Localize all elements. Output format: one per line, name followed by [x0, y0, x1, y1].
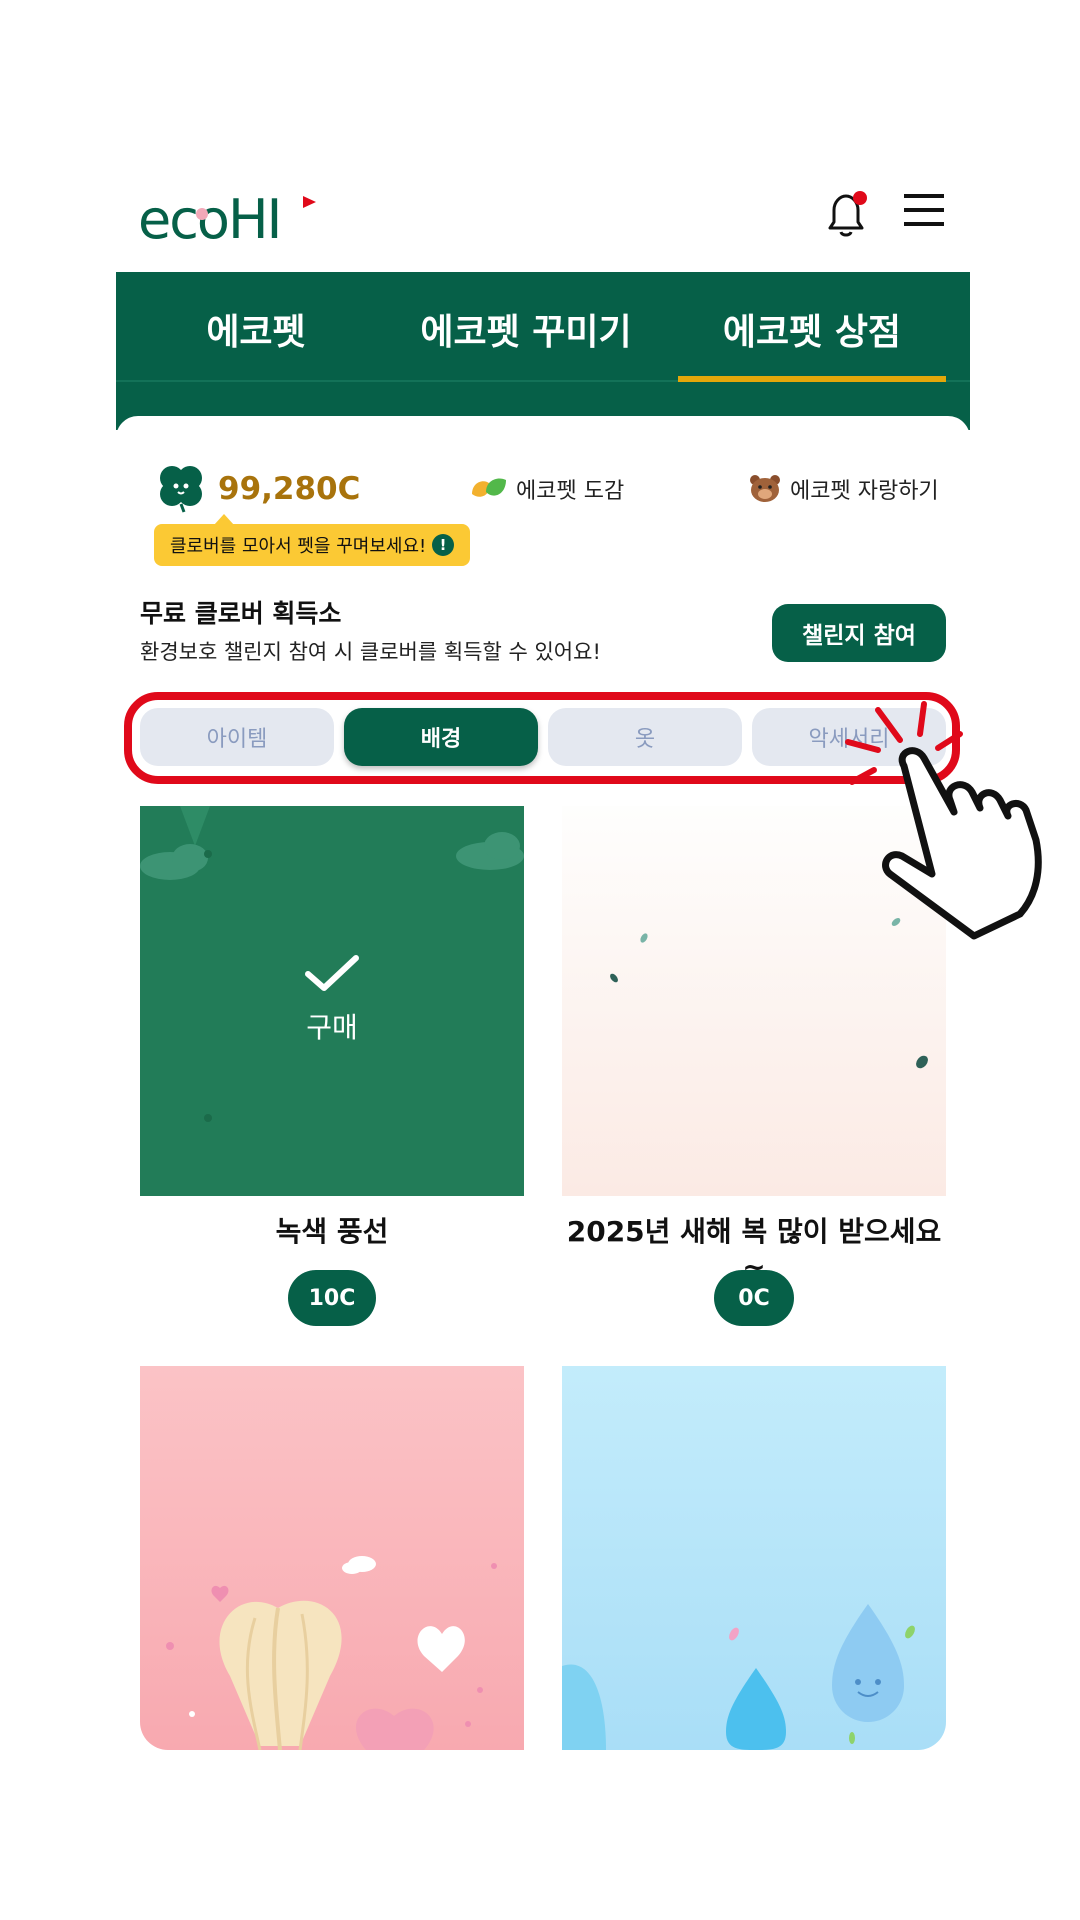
bell-icon[interactable] [820, 188, 872, 244]
heart-balloon-thumbnail [166, 1556, 497, 1750]
free-clover-description: 환경보호 챌린지 참여 시 클로버를 획득할 수 있어요! [140, 640, 601, 664]
check-icon [305, 955, 359, 991]
item-title: 녹색 풍선 [275, 1215, 389, 1248]
hamburger-menu-icon[interactable] [902, 190, 946, 230]
clover-icon [160, 466, 202, 513]
item-price-badge: 10C [288, 1270, 376, 1326]
tooltip-text: 클로버를 모아서 펫을 꾸며보세요! [170, 536, 427, 557]
clover-balance: 99,280C [218, 471, 361, 507]
item-card-green-balloon[interactable] [140, 806, 524, 1196]
bear-icon[interactable] [748, 472, 782, 504]
item-price-badge: 0C [714, 1270, 794, 1326]
logo-text: ecoHI [138, 188, 280, 248]
join-challenge-button[interactable]: 챌린지 참여 [772, 604, 946, 662]
leaf-book-icon[interactable] [470, 474, 508, 504]
water-drops-thumbnail [562, 1604, 915, 1750]
exclamation-icon: ! [432, 534, 454, 556]
tab-ecopet-decorate[interactable]: 에코펫 꾸미기 [396, 294, 656, 364]
active-tab-indicator [678, 376, 946, 382]
clover-tooltip: 클로버를 모아서 펫을 꾸며보세요! ! [154, 524, 470, 566]
pointing-hand-icon [845, 701, 1042, 940]
tab-ecopet[interactable]: 에코펫 [136, 294, 376, 364]
ecohi-logo: ecoHI [138, 188, 316, 248]
purchased-label: 구매 [306, 1011, 358, 1044]
main-tab-bar: 에코펫 에코펫 꾸미기 에코펫 상점 [116, 272, 970, 430]
item-card-water-drops[interactable] [562, 1366, 946, 1750]
ecopet-brag-link[interactable]: 에코펫 자랑하기 [790, 472, 939, 506]
ecopet-dex-link[interactable]: 에코펫 도감 [516, 472, 624, 506]
free-clover-title: 무료 클로버 획득소 [140, 599, 342, 628]
item-card-heart-balloon[interactable] [140, 1366, 524, 1750]
tab-ecopet-shop[interactable]: 에코펫 상점 [678, 294, 946, 364]
green-balloon-thumbnail [140, 806, 524, 1122]
